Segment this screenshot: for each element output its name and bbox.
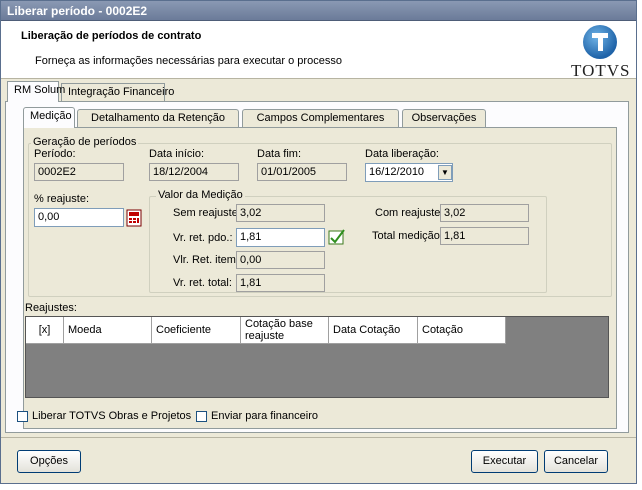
totvs-logo: TOTVS <box>566 24 636 80</box>
com-reajuste-field: 3,02 <box>440 204 529 222</box>
grid-col-moeda[interactable]: Moeda <box>64 317 152 344</box>
header-description: Forneça as informações necessárias para … <box>35 55 342 67</box>
reajuste-label: % reajuste: <box>34 193 90 205</box>
tab-rm-solum[interactable]: RM Solum <box>7 81 65 102</box>
grid-col-select[interactable]: [x] <box>26 317 64 344</box>
sem-reajuste-label: Sem reajuste: <box>173 207 241 219</box>
total-medicao-field: 1,81 <box>440 227 529 245</box>
sem-reajuste-field: 3,02 <box>236 204 325 222</box>
tab-integracao-financeiro[interactable]: Integração Financeiro <box>61 83 174 102</box>
data-inicio-field: 18/12/2004 <box>149 163 239 181</box>
data-liberacao-label: Data liberação: <box>365 148 439 160</box>
button-bar: Opções Executar Cancelar <box>1 437 636 483</box>
enviar-financeiro-label: Enviar para financeiro <box>211 410 319 422</box>
valor-medicao-label: Valor da Medição <box>156 189 245 201</box>
total-medicao-label: Total medição: <box>372 230 443 242</box>
grid-header: [x] Moeda Coeficiente Cotação base reaju… <box>26 317 506 344</box>
grid-col-cotacao[interactable]: Cotação <box>418 317 506 344</box>
com-reajuste-label: Com reajuste: <box>375 207 444 219</box>
totvs-logo-icon <box>583 25 617 59</box>
tab-medicao[interactable]: Medição <box>23 107 75 128</box>
dialog-window: Liberar período - 0002E2 Liberação de pe… <box>0 0 637 484</box>
vr-ret-total-label: Vr. ret. total: <box>173 277 232 289</box>
grid-col-coeficiente[interactable]: Coeficiente <box>152 317 241 344</box>
data-fim-field: 01/01/2005 <box>257 163 347 181</box>
vlr-ret-item-label: Vlr. Ret. item: <box>173 254 240 266</box>
enviar-financeiro-checkbox[interactable] <box>196 411 207 422</box>
data-inicio-label: Data início: <box>149 148 205 160</box>
header-title: Liberação de períodos de contrato <box>21 30 202 42</box>
cancelar-button[interactable]: Cancelar <box>544 450 608 473</box>
vlr-ret-item-field: 0,00 <box>236 251 325 269</box>
liberar-obras-checkbox[interactable] <box>17 411 28 422</box>
reajuste-input[interactable]: 0,00 <box>34 208 124 227</box>
periodo-label: Período: <box>34 148 76 160</box>
geracao-periodos-label: Geração de períodos <box>31 136 139 148</box>
wizard-header: Liberação de períodos de contrato Forneç… <box>1 21 636 80</box>
reajustes-grid[interactable]: [x] Moeda Coeficiente Cotação base reaju… <box>25 316 609 398</box>
grid-col-data-cotacao[interactable]: Data Cotação <box>329 317 418 344</box>
vr-ret-pdo-input[interactable]: 1,81 <box>236 228 325 247</box>
vr-ret-total-field: 1,81 <box>236 274 325 292</box>
vr-ret-pdo-label: Vr. ret. pdo.: <box>173 232 233 244</box>
tab-observacoes[interactable]: Observações <box>402 109 486 128</box>
reajustes-label: Reajustes: <box>25 302 77 314</box>
edit-check-icon[interactable] <box>328 228 346 246</box>
totvs-logo-text: TOTVS <box>571 61 631 80</box>
tab-campos-complementares[interactable]: Campos Complementares <box>242 109 399 128</box>
data-liberacao-dropdown-icon[interactable]: ▼ <box>438 165 452 180</box>
tab-detalhamento-retencao[interactable]: Detalhamento da Retenção <box>77 109 239 128</box>
calculator-icon[interactable] <box>126 209 142 227</box>
data-fim-label: Data fim: <box>257 148 302 160</box>
opcoes-button[interactable]: Opções <box>17 450 81 473</box>
grid-col-cotacao-base[interactable]: Cotação base reajuste <box>241 317 329 344</box>
window-title: Liberar período - 0002E2 <box>1 1 636 21</box>
periodo-field: 0002E2 <box>34 163 124 181</box>
liberar-obras-label: Liberar TOTVS Obras e Projetos <box>32 410 192 422</box>
executar-button[interactable]: Executar <box>471 450 538 473</box>
